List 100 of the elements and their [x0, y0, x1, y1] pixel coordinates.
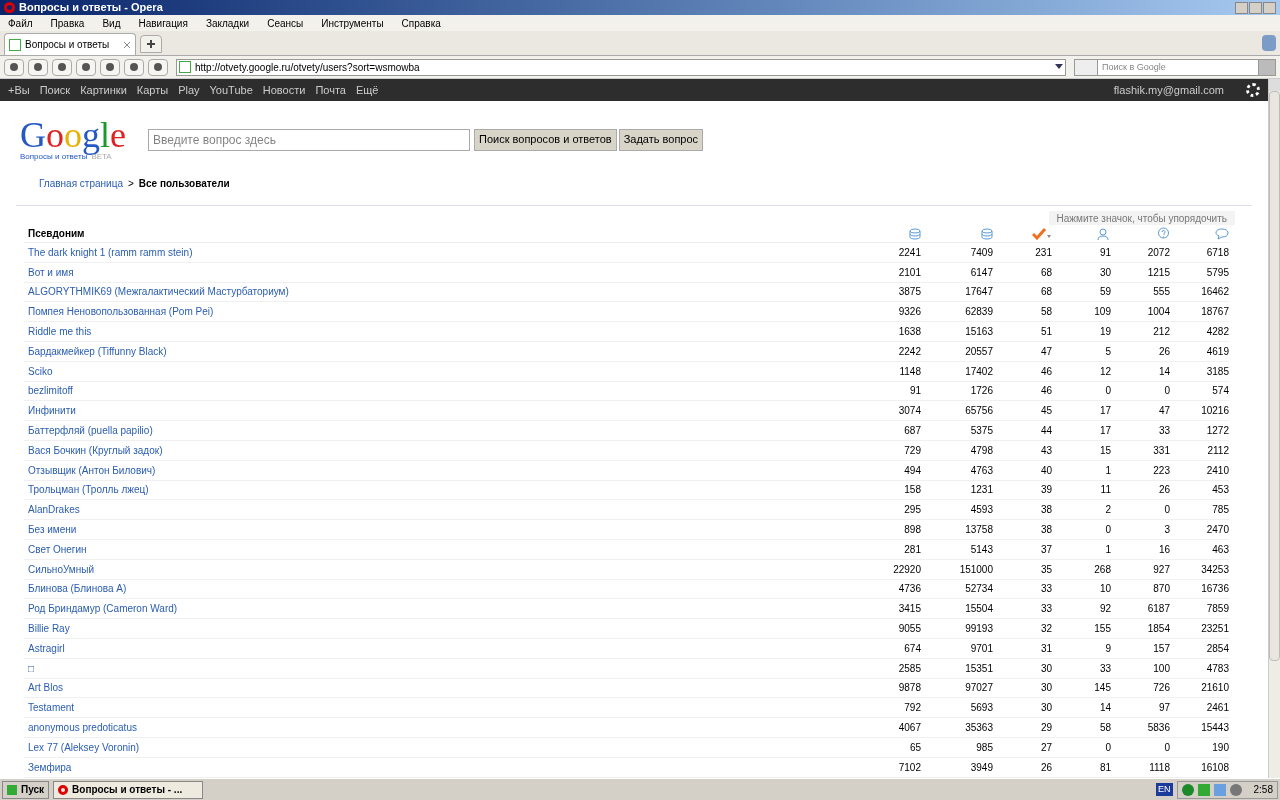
user-name-link[interactable]: Testament: [24, 700, 849, 716]
table-cell-text: 44: [1039, 424, 1052, 439]
user-name-link[interactable]: Род Бриндамур (Cameron Ward): [24, 601, 849, 617]
menu-item[interactable]: Вид: [102, 15, 121, 31]
minimize-button[interactable]: [1235, 1, 1248, 14]
menu-item[interactable]: Правка: [50, 15, 85, 31]
close-button[interactable]: [1263, 1, 1276, 14]
table-cell-text: 729: [903, 443, 921, 458]
user-name-link[interactable]: Трольцман (Тролль лжец): [24, 482, 849, 498]
google-bar-link[interactable]: +Вы: [8, 81, 30, 99]
user-name-link[interactable]: Lex 77 (Aleksey Voronin): [24, 739, 849, 755]
menu-item[interactable]: Инструменты: [321, 15, 384, 31]
restore-button[interactable]: [1249, 1, 1262, 14]
user-name-link[interactable]: Art Blos: [24, 680, 849, 696]
scrollbar[interactable]: [1268, 79, 1280, 778]
user-name-link[interactable]: The dark knight 1 (ramm ramm stein): [24, 244, 849, 260]
table-cell-text: 2242: [897, 344, 921, 359]
table-cell-text: 145: [1093, 681, 1111, 696]
table-cell-text: 17: [1098, 424, 1111, 439]
breadcrumb-separator: >: [127, 177, 134, 191]
user-name-link[interactable]: Инфинити: [24, 403, 849, 419]
user-name-link[interactable]: СильноУмный: [24, 561, 849, 577]
start-button[interactable]: Пуск: [2, 780, 50, 799]
table-cell-text: 32: [1039, 622, 1052, 637]
question-field[interactable]: Введите вопрос здесь: [148, 128, 470, 151]
question-icon[interactable]: [1157, 227, 1170, 240]
table-cell-text: 1726: [969, 384, 993, 399]
user-name-link[interactable]: Блинова (Блинова А): [24, 581, 849, 597]
google-bar-link[interactable]: Карты: [136, 81, 169, 99]
user-name-link[interactable]: Земфира: [24, 759, 849, 775]
reload-button[interactable]: [100, 58, 120, 76]
google-bar-link[interactable]: Картинки: [80, 81, 127, 99]
dropdown-icon[interactable]: [1055, 64, 1063, 70]
table-cell-text: 9: [1104, 641, 1111, 656]
table-cell-text: 15163: [964, 325, 993, 340]
menu-item[interactable]: Сеансы: [267, 15, 304, 31]
menu-item[interactable]: Файл: [8, 15, 33, 31]
table-cell-text: 927: [1152, 562, 1170, 577]
table-cell-text: 12: [1098, 364, 1111, 379]
user-name-link[interactable]: Баттерфляй (puella papilio): [24, 423, 849, 439]
google-bar-link[interactable]: Поиск: [39, 81, 71, 99]
google-bar-link[interactable]: Почта: [315, 81, 346, 99]
user-icon[interactable]: [1097, 227, 1111, 240]
table-cell-text: 898: [903, 523, 921, 538]
table-cell-text: 27: [1039, 740, 1052, 755]
language-indicator[interactable]: EN: [1156, 782, 1173, 797]
user-name-link[interactable]: Бардакмейкер (Tiffunny Black): [24, 343, 849, 359]
user-name-link[interactable]: Вася Бочкин (Круглый задок): [24, 442, 849, 458]
table-cell-text: 4593: [969, 503, 993, 518]
search-button[interactable]: Задать вопрос: [618, 128, 704, 151]
user-name-link[interactable]: Вот и имя: [24, 264, 849, 280]
menu-item[interactable]: Закладки: [205, 15, 250, 31]
user-name-link[interactable]: Sciko: [24, 363, 849, 379]
user-name-link[interactable]: Без имени: [24, 522, 849, 538]
back-button[interactable]: [52, 58, 72, 76]
address-field[interactable]: http://otvety.google.ru/otvety/users?sort=wsmowba: [176, 58, 1066, 76]
browser-tab[interactable]: Вопросы и ответы: [4, 33, 136, 55]
user-name-link[interactable]: Billie Ray: [24, 621, 849, 637]
table-cell-text: 15: [1098, 443, 1111, 458]
table-cell-text: 0: [1104, 740, 1111, 755]
user-name-link[interactable]: Отзывщик (Антон Билович): [24, 462, 849, 478]
user-name-link[interactable]: ALGORYTHMIK69 (Межгалактический Мастурбаториум): [24, 284, 849, 300]
close-icon[interactable]: [123, 40, 131, 49]
database-icon[interactable]: [909, 227, 921, 240]
settings-icon[interactable]: [1246, 83, 1260, 97]
user-name-link[interactable]: Riddle me this: [24, 324, 849, 340]
user-name-link[interactable]: anonymous predoticatus: [24, 720, 849, 735]
search-field[interactable]: Поиск в Google: [1098, 58, 1258, 76]
menu-item[interactable]: Навигация: [138, 15, 188, 31]
search-button[interactable]: [124, 58, 144, 76]
user-name-link[interactable]: bezlimitoff: [24, 383, 849, 399]
table-cell-text: 2072: [1146, 245, 1170, 260]
grid-button[interactable]: [28, 58, 48, 76]
forward-button[interactable]: [76, 58, 96, 76]
user-name-link[interactable]: Astragirl: [24, 640, 849, 656]
taskbar-task[interactable]: Вопросы и ответы - ...: [53, 780, 204, 799]
checkmark-icon[interactable]: [1032, 227, 1052, 240]
search-button[interactable]: Поиск вопросов и ответов: [474, 128, 617, 151]
table-cell-text: 46: [1039, 364, 1052, 379]
google-bar-link[interactable]: Новости: [262, 81, 306, 99]
google-bar-link[interactable]: YouTube: [209, 81, 253, 99]
google-bar-link[interactable]: Play: [178, 81, 200, 99]
database-icon[interactable]: [981, 227, 993, 240]
table-cell-text: 81: [1098, 760, 1111, 775]
google-bar-link[interactable]: Ещё: [355, 81, 379, 99]
next-button[interactable]: [148, 58, 168, 76]
breadcrumb-link[interactable]: Главная страница: [39, 176, 123, 191]
table-cell-text: 223: [1152, 463, 1170, 478]
account-link[interactable]: flashik.my@gmail.com: [1113, 81, 1224, 99]
panel-button[interactable]: [4, 58, 24, 76]
new-tab-button[interactable]: [140, 35, 162, 53]
table-cell-text: 26: [1157, 344, 1170, 359]
speech-bubble-icon[interactable]: [1215, 227, 1229, 240]
user-name-link[interactable]: Помпея Неновопользованная (Pom Pei): [24, 304, 849, 320]
user-name-link[interactable]: Свет Онегин: [24, 541, 849, 557]
user-name-link[interactable]: □: [24, 660, 849, 676]
user-name-link[interactable]: AlanDrakes: [24, 502, 849, 518]
table-cell-text: 37: [1039, 542, 1052, 557]
table-cell-text: 97: [1157, 701, 1170, 716]
menu-item[interactable]: Справка: [401, 15, 441, 31]
